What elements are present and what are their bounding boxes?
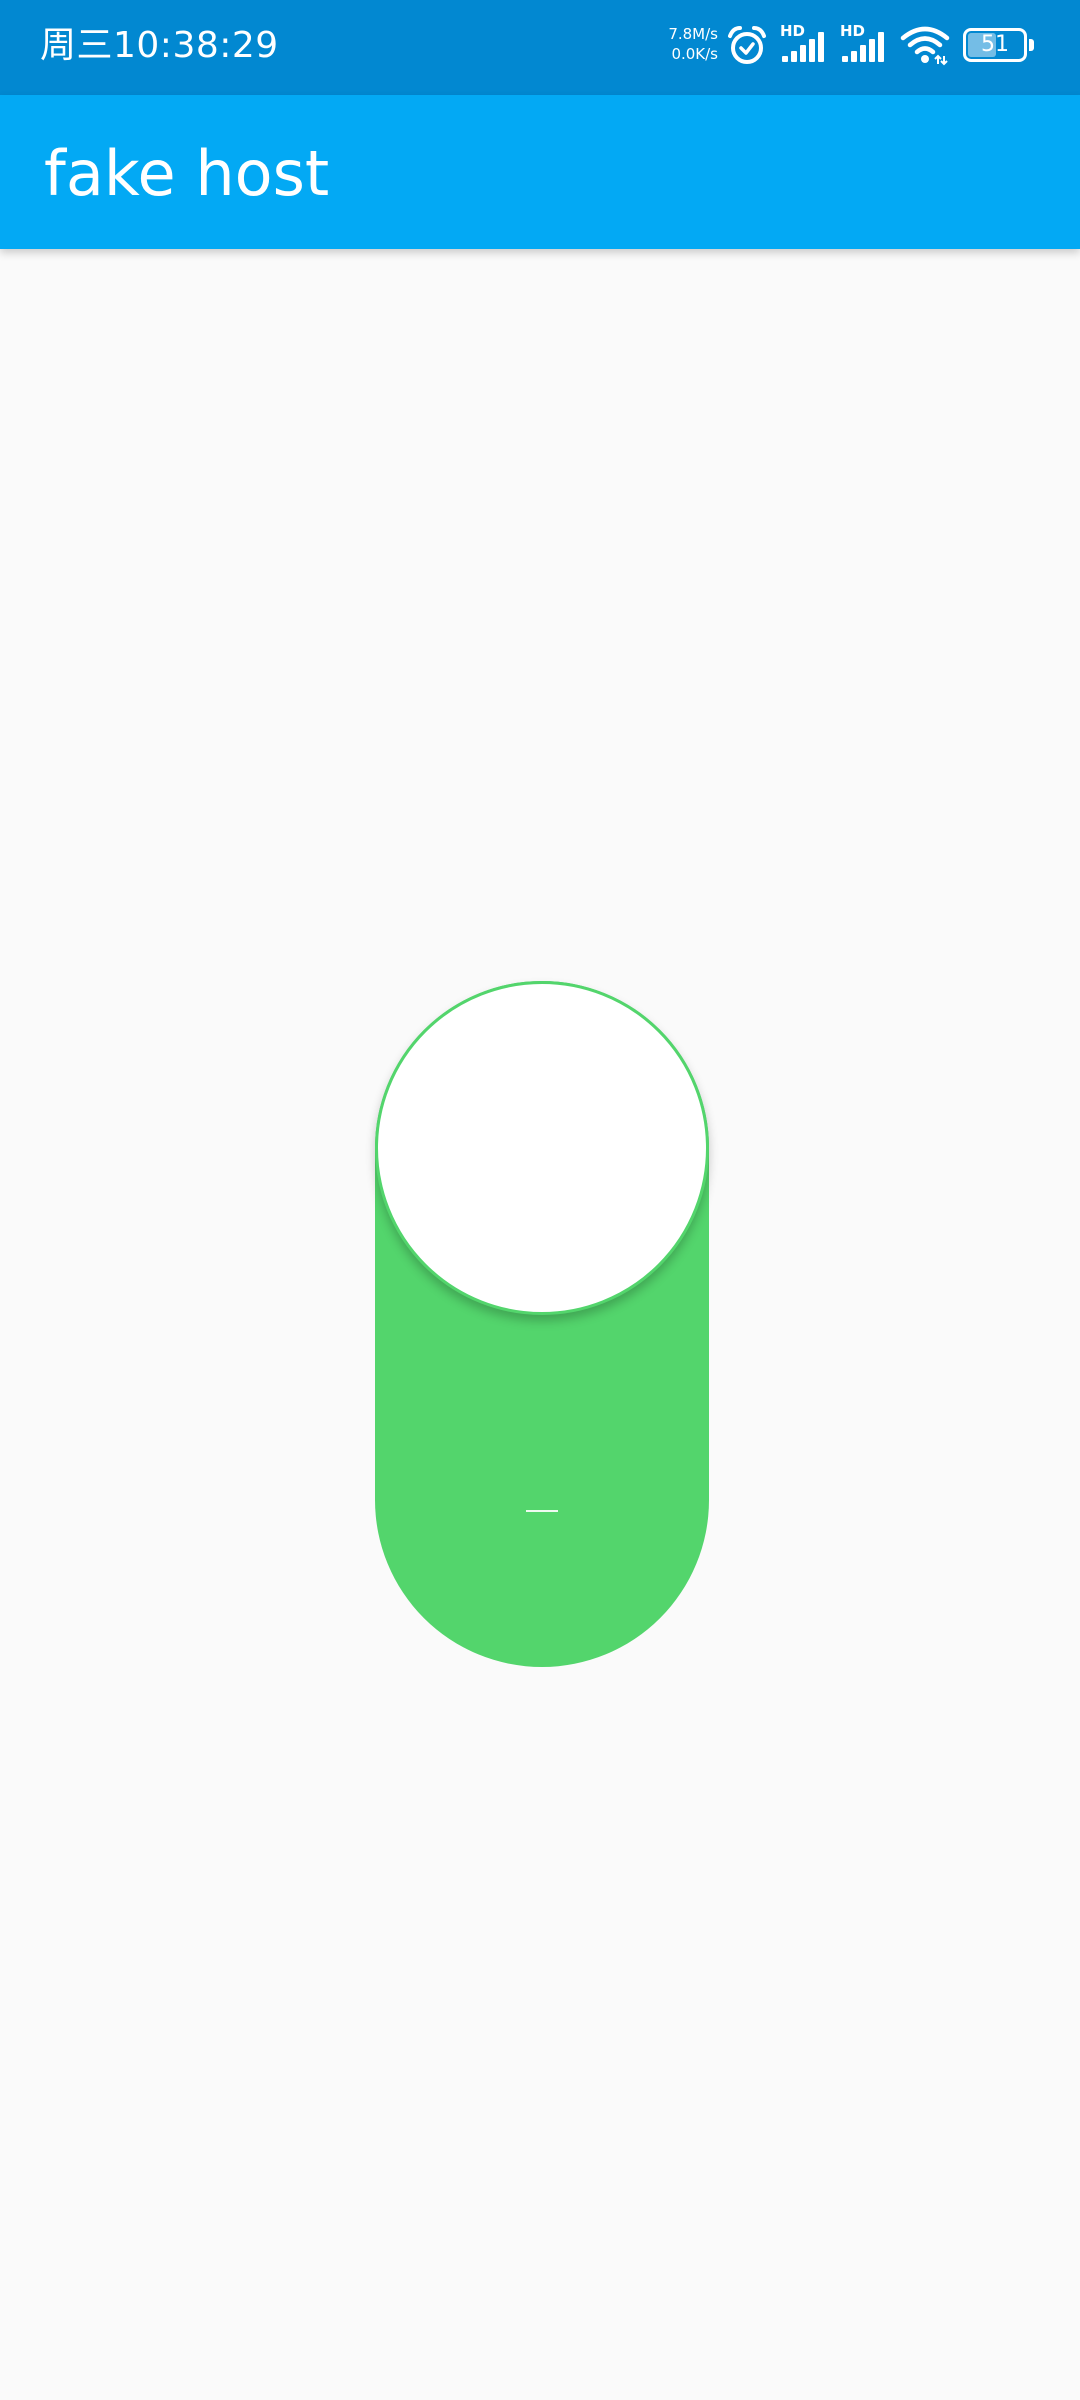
signal-icon: HD xyxy=(840,22,884,62)
battery-icon: 51 xyxy=(963,28,1034,62)
network-speed: 7.8M/s 0.0K/s xyxy=(658,24,718,64)
toggle-switch[interactable] xyxy=(375,981,709,1667)
network-download-speed: 0.0K/s xyxy=(671,45,718,63)
battery-cap xyxy=(1029,39,1034,51)
network-upload-speed: 7.8M/s xyxy=(668,25,718,43)
status-time: 周三10:38:29 xyxy=(40,25,279,66)
battery-level: 51 xyxy=(981,32,1009,57)
toggle-thumb[interactable] xyxy=(375,981,709,1315)
signal-icon: HD xyxy=(780,22,824,62)
app-bar: fake host xyxy=(0,95,1080,249)
app-title: fake host xyxy=(44,137,330,210)
signal-hd-label: HD xyxy=(780,22,805,40)
status-bar: 周三10:38:29 7.8M/s 0.0K/s HD HD 51 xyxy=(0,0,1080,95)
alarm-icon xyxy=(728,26,766,64)
toggle-on-indicator xyxy=(526,1510,558,1512)
signal-hd-label: HD xyxy=(840,22,865,40)
wifi-icon xyxy=(900,26,950,66)
